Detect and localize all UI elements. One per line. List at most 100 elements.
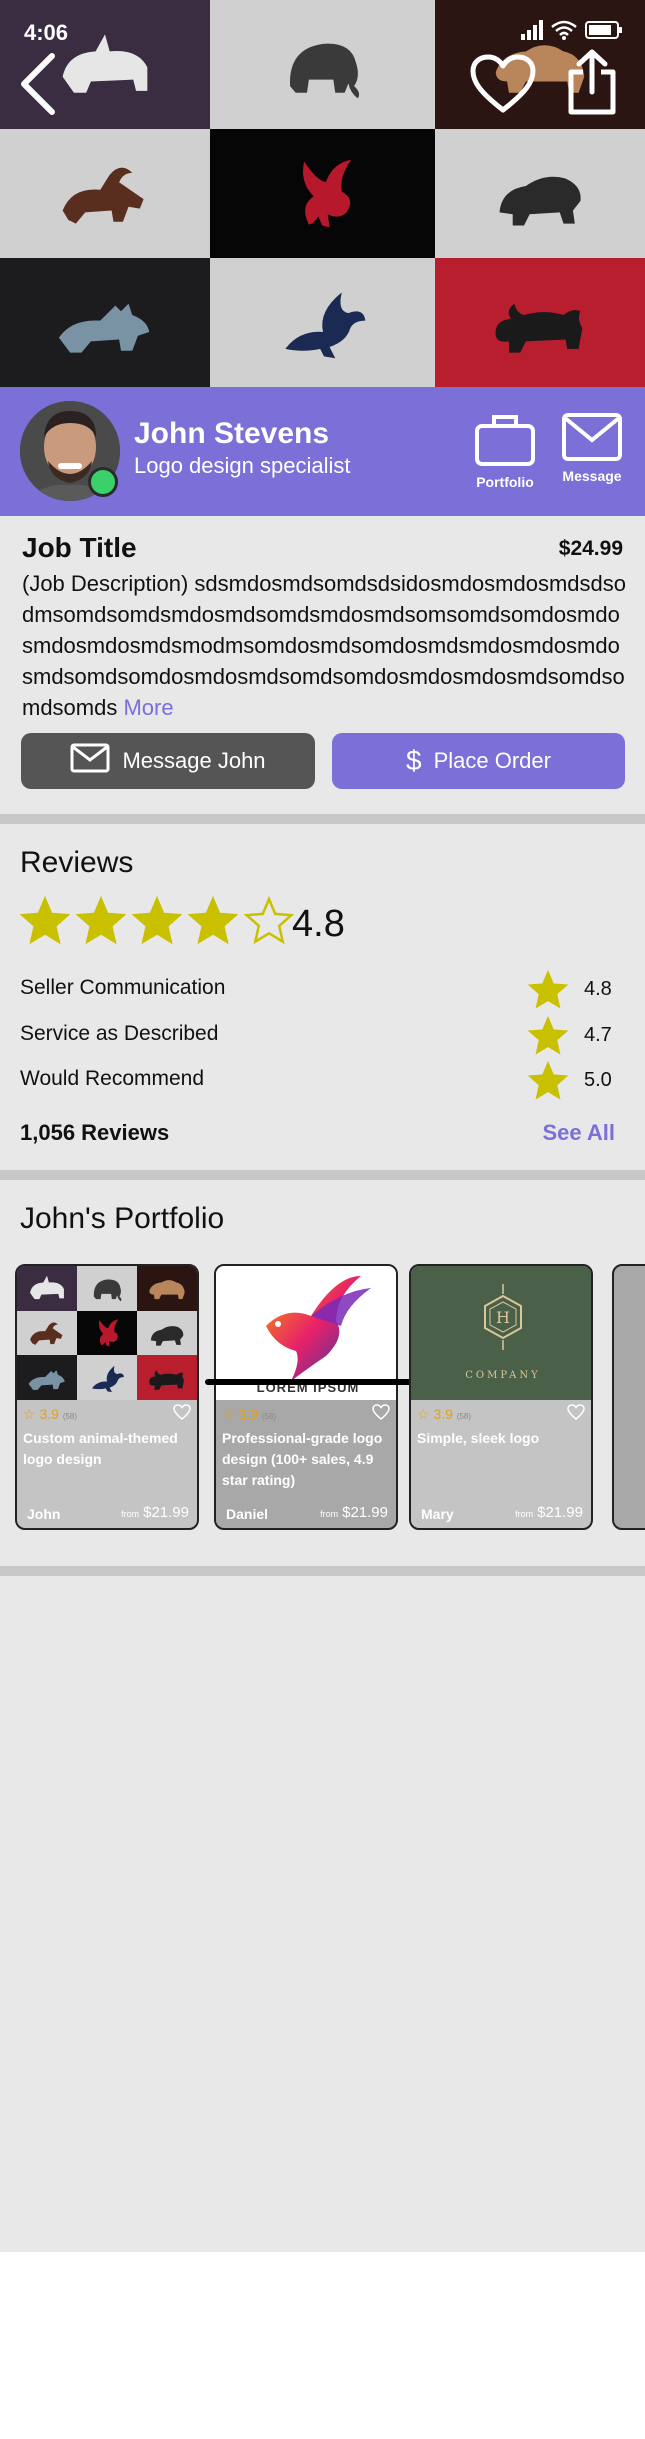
portfolio-heading: John's Portfolio xyxy=(20,1202,225,1235)
card-price: from $21.99 xyxy=(121,1504,189,1521)
review-criterion-label: Seller Communication xyxy=(20,976,226,999)
card-price-value: $21.99 xyxy=(537,1504,583,1521)
signal-icon xyxy=(521,20,543,45)
hero-tile-bear[interactable] xyxy=(435,129,645,258)
portfolio-button[interactable]: Portfolio xyxy=(472,412,538,490)
star-icon xyxy=(527,969,569,1015)
card-price: from $21.99 xyxy=(515,1504,583,1521)
wolf-logo-icon xyxy=(50,283,160,363)
bison-logo-icon xyxy=(146,1272,188,1304)
hero-tile-wolf[interactable] xyxy=(0,258,210,387)
card-rating: ☆ 3.9 (58) xyxy=(23,1406,78,1422)
hero-tile-bull[interactable] xyxy=(435,258,645,387)
hero-tile-dragon[interactable] xyxy=(210,129,435,258)
review-criterion-row: Seller Communication 4.8 xyxy=(20,969,625,1010)
card-price-from: from xyxy=(320,1509,339,1519)
overall-stars xyxy=(19,895,295,951)
card-seller: Mary xyxy=(421,1506,454,1522)
job-price: $24.99 xyxy=(558,537,623,560)
card-info: ☆ 3.9 (58) Professional-grade logo desig… xyxy=(216,1400,396,1528)
hero-tile-eagle[interactable] xyxy=(210,258,435,387)
star-icon xyxy=(131,895,183,951)
hero-tile-rhino xyxy=(17,1266,77,1311)
favorite-button[interactable] xyxy=(470,54,536,119)
card-image-animal-grid xyxy=(17,1266,197,1400)
status-bar: 4:06 xyxy=(0,0,645,45)
card-seller: Daniel xyxy=(226,1506,269,1522)
card-price: from $21.99 xyxy=(320,1504,388,1521)
portfolio-card[interactable]: H COMPANY ☆ 3.9 (58) Simple, sleek logo … xyxy=(409,1264,593,1530)
card-favorite-button[interactable] xyxy=(567,1404,585,1425)
review-count: 1,056 Reviews xyxy=(20,1120,170,1145)
place-order-label: Place Order xyxy=(433,748,551,773)
bear-logo-icon xyxy=(485,154,595,234)
seller-name: John Stevens xyxy=(134,417,330,450)
card-image-text: COMPANY xyxy=(465,1370,541,1381)
message-seller-button[interactable]: Message John xyxy=(21,733,315,789)
briefcase-icon xyxy=(472,412,538,468)
status-time: 4:06 xyxy=(24,20,69,45)
portfolio-card-partial[interactable] xyxy=(612,1264,645,1530)
back-button[interactable] xyxy=(18,52,58,121)
seller-title: Logo design specialist xyxy=(134,453,351,478)
star-icon xyxy=(187,895,239,951)
see-all-link[interactable]: See All xyxy=(542,1120,615,1146)
review-criterion-label: Service as Described xyxy=(20,1022,219,1045)
hero-tile-mammoth xyxy=(77,1266,137,1311)
portfolio-label: Portfolio xyxy=(476,474,534,490)
chevron-left-icon xyxy=(18,53,58,120)
share-icon xyxy=(565,49,619,120)
card-image-monogram: H COMPANY xyxy=(411,1266,591,1400)
star-icon xyxy=(19,895,71,951)
star-icon xyxy=(75,895,127,951)
section-divider xyxy=(0,1566,645,1576)
card-favorite-button[interactable] xyxy=(173,1404,191,1425)
eagle-logo-icon xyxy=(86,1362,128,1394)
drag-handle-bar[interactable] xyxy=(205,1379,415,1385)
place-order-button[interactable]: $ Place Order xyxy=(332,733,625,789)
card-favorite-button[interactable] xyxy=(372,1404,390,1425)
card-price-from: from xyxy=(515,1509,534,1519)
section-divider xyxy=(0,814,645,824)
review-criterion-value: 4.8 xyxy=(584,978,612,1000)
dragon-logo-icon xyxy=(86,1317,128,1349)
bear-logo-icon xyxy=(146,1317,188,1349)
seller-profile: John Stevens Logo design specialist Port… xyxy=(0,387,645,516)
job-title: Job Title xyxy=(22,532,137,563)
rhino-logo-icon xyxy=(26,1272,68,1304)
card-rating-value: 3.9 xyxy=(39,1406,59,1422)
card-info: ☆ 3.9 (58) Custom animal-themed logo des… xyxy=(17,1400,197,1528)
heart-icon xyxy=(173,1404,191,1424)
message-seller-label: Message John xyxy=(122,748,266,773)
review-criterion-label: Would Recommend xyxy=(20,1067,205,1090)
hero-tile-dragon xyxy=(77,1310,137,1356)
screen: 4:06 John Stevens Logo design specialist… xyxy=(0,0,645,2252)
review-criterion-value: 4.7 xyxy=(584,1024,612,1046)
message-profile-button[interactable]: Message xyxy=(559,412,625,484)
job-description: (Job Description) sdsmdosmdsomdsdsidosmd… xyxy=(22,568,627,723)
share-button[interactable] xyxy=(565,48,619,121)
review-criterion-row: Would Recommend 5.0 xyxy=(20,1060,625,1101)
mail-icon xyxy=(559,412,625,462)
hero-gallery[interactable] xyxy=(0,0,645,387)
more-link[interactable]: More xyxy=(123,695,173,720)
portfolio-card[interactable]: ☆ 3.9 (58) Custom animal-themed logo des… xyxy=(15,1264,199,1530)
goat-logo-icon xyxy=(50,154,160,234)
card-seller: John xyxy=(27,1506,61,1522)
bull-logo-icon xyxy=(146,1362,188,1394)
card-rating: ☆ 3.9 (58) xyxy=(417,1406,472,1422)
mammoth-logo-icon xyxy=(86,1272,128,1304)
card-review-count: (58) xyxy=(261,1412,277,1421)
portfolio-card[interactable]: LOREM IPSUM ☆ 3.9 (58) Professional-grad… xyxy=(214,1264,398,1530)
card-price-value: $21.99 xyxy=(342,1504,388,1521)
hero-tile-bull xyxy=(137,1355,197,1400)
hero-tile-goat[interactable] xyxy=(0,129,210,258)
hero-tile-wolf xyxy=(17,1355,77,1400)
hero-tile-eagle xyxy=(77,1355,137,1400)
star-icon xyxy=(527,1015,569,1061)
card-rating-value: 3.9 xyxy=(433,1406,453,1422)
card-review-count: (58) xyxy=(62,1412,78,1421)
heart-icon xyxy=(567,1404,585,1424)
card-info: ☆ 3.9 (58) Simple, sleek logo Mary from $… xyxy=(411,1400,591,1528)
hero-tile-bear xyxy=(137,1310,197,1356)
